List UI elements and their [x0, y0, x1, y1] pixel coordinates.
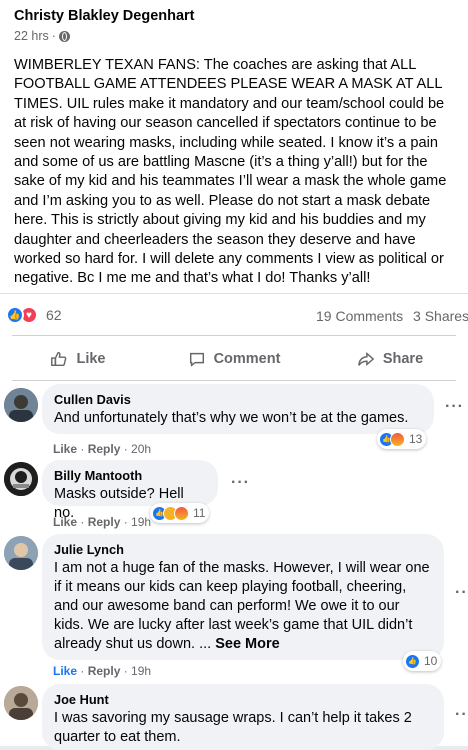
- comments-count-link[interactable]: 19 Comments: [316, 308, 403, 324]
- share-button-label: Share: [382, 351, 424, 367]
- post-meta: 22 hrs ·: [14, 29, 195, 43]
- comment-reply-link[interactable]: Reply: [88, 664, 121, 678]
- comment-reactions[interactable]: 👍 13: [377, 429, 427, 449]
- comment-like-link[interactable]: Like: [53, 442, 77, 456]
- comment-bubble: Julie Lynch I am not a huge fan of the m…: [42, 534, 444, 660]
- comment-button[interactable]: Comment: [156, 342, 312, 376]
- shares-count-link[interactable]: 3 Shares: [413, 308, 468, 324]
- avatar-image: [4, 536, 38, 570]
- comment-reactions[interactable]: 👍 10: [403, 651, 442, 671]
- comment-footer: Like · Reply · 19h: [53, 664, 152, 678]
- like-reaction-icon: 👍: [405, 653, 420, 669]
- like-reaction-icon: 👍: [6, 306, 24, 324]
- post-actions-bar: Like Comment Share: [0, 342, 468, 376]
- share-arrow-icon: [357, 352, 375, 366]
- comment-bubble: Cullen Davis And unfortunately that’s wh…: [42, 384, 434, 434]
- comment-time[interactable]: 19h: [131, 515, 151, 529]
- angry-reaction-icon: [390, 431, 405, 447]
- comment-reply-link[interactable]: Reply: [88, 515, 121, 529]
- comment-button-label: Comment: [213, 351, 281, 367]
- post-stats: 19 Comments 3 Shares: [316, 308, 468, 324]
- post-author-name[interactable]: Christy Blakley Degenhart: [14, 8, 195, 24]
- meta-separator: ·: [51, 29, 56, 43]
- comment-like-link[interactable]: Like: [53, 515, 77, 529]
- comment-footer: Like · Reply · 20h: [53, 442, 152, 456]
- more-dots-icon[interactable]: ···: [445, 398, 464, 416]
- comment-footer: Like · Reply · 19h: [53, 515, 152, 529]
- comment-text: I was savoring my sausage wraps. I can’t…: [54, 710, 412, 745]
- comment-like-link[interactable]: Like: [53, 664, 77, 678]
- comment-time[interactable]: 20h: [131, 442, 151, 456]
- post-reactions[interactable]: 👍 ♥ 62: [6, 306, 62, 324]
- post-card: Christy Blakley Degenhart 22 hrs · WIMBE…: [0, 0, 468, 750]
- comment-time[interactable]: 19h: [131, 664, 151, 678]
- thumbs-up-icon: [51, 351, 67, 367]
- comment-reply-link[interactable]: Reply: [88, 442, 121, 456]
- like-button-label: Like: [76, 351, 106, 367]
- post-header: Christy Blakley Degenhart 22 hrs ·: [14, 8, 195, 43]
- avatar[interactable]: [4, 686, 38, 720]
- post-divider: [0, 293, 468, 294]
- avatar[interactable]: [4, 388, 38, 422]
- avatar[interactable]: [4, 536, 38, 570]
- actions-divider-bottom: [12, 380, 456, 381]
- comment-text: I am not a huge fan of the masks. Howeve…: [54, 559, 432, 654]
- angry-reaction-icon: [174, 505, 189, 521]
- avatar-image: [4, 388, 38, 422]
- commenter-name[interactable]: Billy Mantooth: [54, 468, 206, 483]
- comment-bubble: Billy Mantooth Masks outside? Hell no.: [42, 460, 218, 521]
- avatar-image: [4, 686, 38, 720]
- post-timestamp[interactable]: 22 hrs: [14, 29, 49, 43]
- reaction-count[interactable]: 62: [46, 307, 62, 323]
- commenter-name[interactable]: Joe Hunt: [54, 692, 432, 707]
- actions-divider-top: [12, 335, 456, 336]
- comment-reaction-count: 13: [409, 432, 423, 446]
- comment-reaction-count: 11: [193, 506, 206, 520]
- post-body-text: WIMBERLEY TEXAN FANS: The coaches are as…: [14, 57, 447, 287]
- avatar[interactable]: [4, 462, 38, 496]
- comment-reactions[interactable]: 👍 11: [150, 503, 210, 523]
- more-dots-icon[interactable]: ···: [231, 474, 250, 492]
- more-dots-icon[interactable]: ···: [455, 584, 468, 602]
- like-button[interactable]: Like: [0, 342, 156, 376]
- see-more-link[interactable]: See More: [215, 636, 279, 652]
- comment-reaction-count: 10: [424, 654, 438, 668]
- globe-icon[interactable]: [58, 30, 70, 42]
- comment-bubble: Joe Hunt I was savoring my sausage wraps…: [42, 684, 444, 750]
- share-button[interactable]: Share: [312, 342, 468, 376]
- speech-bubble-icon: [189, 352, 204, 367]
- avatar-image: [4, 462, 38, 496]
- commenter-name[interactable]: Julie Lynch: [54, 542, 432, 557]
- comment-text: And unfortunately that’s why we won’t be…: [54, 410, 409, 426]
- commenter-name[interactable]: Cullen Davis: [54, 392, 422, 407]
- more-dots-icon[interactable]: ···: [455, 706, 468, 724]
